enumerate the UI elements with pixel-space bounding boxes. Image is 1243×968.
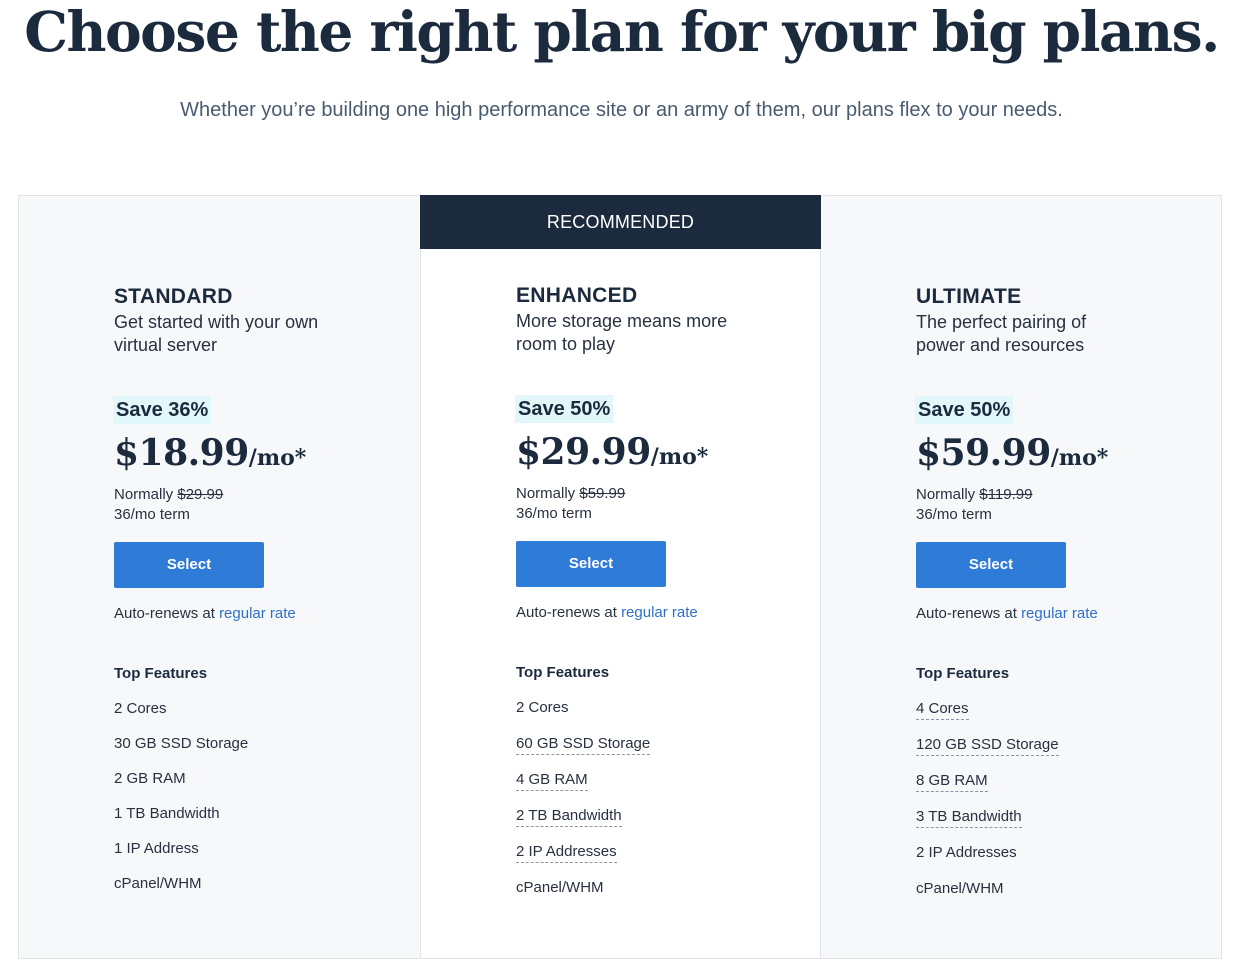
renew-prefix: Auto-renews at [516, 604, 617, 621]
feature-item: 1 TB Bandwidth [114, 805, 220, 822]
plan-term: 36/mo term [114, 506, 190, 523]
feature-item: 2 IP Addresses [916, 844, 1017, 861]
save-badge: Save 50% [515, 395, 614, 423]
auto-renew-note: Auto-renews at regular rate [516, 604, 698, 621]
regular-rate-link[interactable]: regular rate [219, 605, 296, 622]
plans-table: STANDARD Get started with your own virtu… [18, 195, 1222, 959]
regular-rate-link[interactable]: regular rate [621, 604, 698, 621]
plan-price: $29.99/mo* [516, 431, 708, 473]
select-button-enhanced[interactable]: Select [516, 541, 666, 587]
price-amount: $29.99 [516, 431, 651, 473]
price-period: /mo* [248, 445, 307, 471]
auto-renew-note: Auto-renews at regular rate [114, 605, 296, 622]
price-amount: $18.99 [114, 432, 249, 474]
normal-price-value: $59.99 [579, 485, 626, 502]
renew-prefix: Auto-renews at [916, 605, 1017, 622]
save-badge: Save 50% [915, 396, 1014, 424]
plan-term: 36/mo term [516, 505, 592, 522]
feature-list: 2 Cores 30 GB SSD Storage 2 GB RAM 1 TB … [114, 699, 248, 909]
feature-item: 2 GB RAM [114, 770, 186, 787]
price-period: /mo* [650, 444, 709, 470]
normal-price-value: $29.99 [177, 486, 224, 503]
auto-renew-note: Auto-renews at regular rate [916, 605, 1098, 622]
normal-price: Normally $119.99 [916, 485, 1032, 505]
plan-card-standard: STANDARD Get started with your own virtu… [19, 196, 420, 958]
features-title: Top Features [114, 665, 208, 682]
plan-card-ultimate: ULTIMATE The perfect pairing of power an… [821, 196, 1222, 958]
plan-price: $59.99/mo* [916, 432, 1108, 474]
features-title: Top Features [916, 665, 1010, 682]
plan-description: More storage means more room to play [516, 311, 728, 354]
plan-price: $18.99/mo* [114, 432, 306, 474]
feature-item[interactable]: 4 GB RAM [516, 770, 650, 806]
regular-rate-link[interactable]: regular rate [1021, 605, 1098, 622]
price-amount: $59.99 [916, 432, 1051, 474]
feature-list: 2 Cores 60 GB SSD Storage 4 GB RAM 2 TB … [516, 698, 651, 914]
plan-term: 36/mo term [916, 506, 992, 523]
feature-item: 2 Cores [516, 699, 569, 716]
select-button-ultimate[interactable]: Select [916, 542, 1066, 588]
renew-prefix: Auto-renews at [114, 605, 215, 622]
feature-item[interactable]: 3 TB Bandwidth [916, 807, 1059, 843]
feature-list: 4 Cores 120 GB SSD Storage 8 GB RAM 3 TB… [916, 699, 1059, 915]
normal-price: Normally $29.99 [114, 485, 223, 505]
recommended-banner: RECOMMENDED [420, 195, 821, 249]
select-button-standard[interactable]: Select [114, 542, 264, 588]
features-title: Top Features [516, 664, 610, 681]
feature-item[interactable]: 4 Cores [916, 699, 1059, 735]
plan-card-enhanced: ENHANCED More storage means more room to… [420, 196, 821, 958]
normal-price-value: $119.99 [979, 486, 1033, 503]
feature-item[interactable]: 120 GB SSD Storage [916, 735, 1059, 771]
price-period: /mo* [1050, 445, 1109, 471]
save-badge: Save 36% [113, 396, 212, 424]
normally-label: Normally [114, 486, 174, 503]
page-title: Choose the right plan for your big plans… [24, 0, 1220, 64]
page-subtitle: Whether you’re building one high perform… [180, 99, 1063, 121]
feature-item: 2 Cores [114, 700, 167, 717]
feature-item: 30 GB SSD Storage [114, 735, 249, 752]
normally-label: Normally [916, 486, 976, 503]
plan-description: The perfect pairing of power and resourc… [916, 312, 1087, 355]
feature-item: cPanel/WHM [516, 879, 604, 896]
feature-item[interactable]: 2 TB Bandwidth [516, 806, 650, 842]
feature-item: cPanel/WHM [114, 875, 202, 892]
feature-item[interactable]: 60 GB SSD Storage [516, 734, 651, 770]
plan-name: ULTIMATE [916, 285, 1022, 308]
feature-item: cPanel/WHM [916, 880, 1004, 897]
feature-item: 1 IP Address [114, 840, 199, 857]
normal-price: Normally $59.99 [516, 484, 625, 504]
plan-description: Get started with your own virtual server [114, 312, 319, 355]
plan-name: ENHANCED [516, 284, 638, 307]
feature-item[interactable]: 2 IP Addresses [516, 842, 650, 878]
normally-label: Normally [516, 485, 576, 502]
plan-name: STANDARD [114, 285, 233, 308]
feature-item[interactable]: 8 GB RAM [916, 771, 1059, 807]
